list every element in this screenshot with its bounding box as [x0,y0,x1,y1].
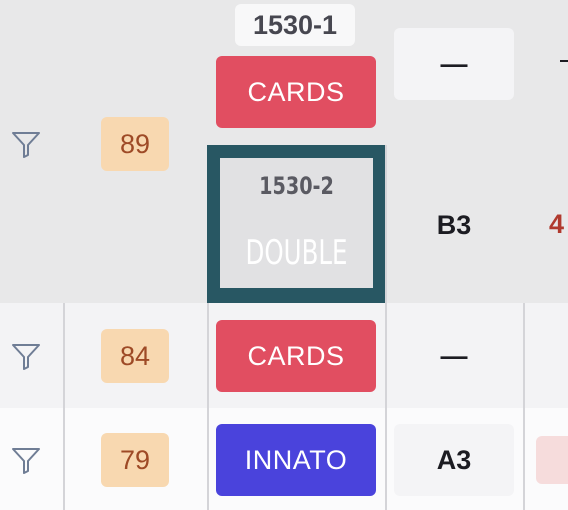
item-id-label: 1530-1 [235,4,355,46]
filter-icon[interactable] [10,128,42,165]
next-column-badge-partial [536,436,568,484]
slot-cell[interactable]: B3 [394,195,514,255]
selected-item-id: 1530-2 [259,172,334,200]
score-badge: 79 [101,433,169,487]
slot-cell[interactable]: A3 [394,424,514,496]
filter-icon[interactable] [10,444,42,481]
column-divider [63,303,65,510]
column-divider [523,303,525,510]
slot-cell[interactable]: — [394,326,514,386]
column-divider [207,303,209,510]
next-column-value: 4 [549,209,565,239]
score-badge: 84 [101,329,169,383]
next-column-partial [560,60,568,62]
filter-icon[interactable] [10,340,42,377]
innato-button[interactable]: INNATO [216,424,376,496]
column-divider [385,145,387,510]
selected-item-label: DOUBLE [245,233,348,273]
score-badge: 89 [101,117,169,171]
cards-button[interactable]: CARDS [216,56,376,128]
cards-button[interactable]: CARDS [216,320,376,392]
slot-cell[interactable]: — [394,28,514,100]
